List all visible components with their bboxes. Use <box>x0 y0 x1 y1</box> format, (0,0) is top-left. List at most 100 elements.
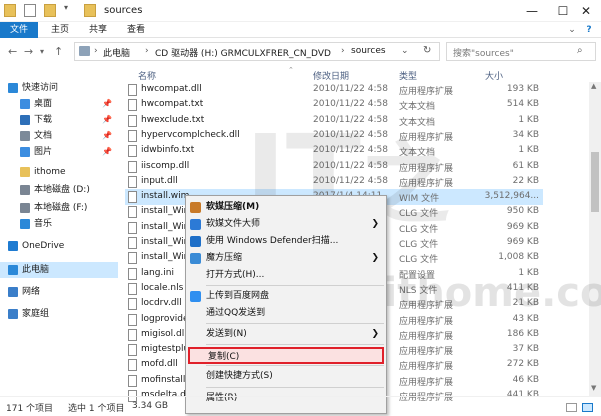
window-title: sources <box>104 5 143 16</box>
search-input[interactable]: 搜索"sources" ⌕ <box>446 42 596 61</box>
table-row[interactable]: hwexclude.txt 2010/11/22 4:58 文本文档 1 KB <box>125 113 543 129</box>
scroll-up-icon[interactable]: ▲ <box>591 82 596 90</box>
back-button[interactable]: ← <box>8 45 17 58</box>
menu-item-4[interactable]: 打开方式(H)... <box>186 267 386 284</box>
scroll-thumb[interactable] <box>591 152 599 212</box>
pin-icon[interactable]: 📌 <box>102 96 112 112</box>
menu-item-label: 软媒文件大师 <box>206 219 261 229</box>
breadcrumb-separator-icon: › <box>94 46 98 56</box>
menu-item-8[interactable]: 复制(C) <box>188 347 384 364</box>
table-row[interactable]: hwcompat.dll 2010/11/22 4:58 应用程序扩展 193 KB <box>125 82 543 98</box>
file-icon <box>128 191 137 204</box>
star-icon <box>8 83 18 93</box>
details-view-icon[interactable] <box>566 403 577 412</box>
table-row[interactable]: input.dll 2010/11/22 4:58 应用程序扩展 22 KB <box>125 174 543 190</box>
file-type: 应用程序扩展 <box>399 362 454 373</box>
quick-access-dropdown-icon[interactable]: ▾ <box>64 3 74 16</box>
file-icon <box>128 160 137 173</box>
pin-icon[interactable]: 📌 <box>102 112 112 128</box>
menu-item-label: 发送到(N) <box>206 329 247 339</box>
table-row[interactable]: hypervcomplcheck.dll 2010/11/22 4:58 应用程序扩… <box>125 128 543 144</box>
file-name: hwcompat.txt <box>141 99 204 110</box>
file-size: 1 KB <box>518 267 539 278</box>
large-icons-view-icon[interactable] <box>582 403 593 412</box>
file-icon <box>128 84 137 96</box>
selected-count: 选中 1 个项目 <box>68 404 125 414</box>
file-type: CLG 文件 <box>399 224 439 235</box>
nav-item-7[interactable]: 本地磁盘 (F:) <box>0 200 118 216</box>
nav-item-0[interactable]: 快速访问 <box>0 80 118 96</box>
address-bar[interactable]: › 此电脑 › CD 驱动器 (H:) GRMCULXFRER_CN_DVD ›… <box>74 42 440 61</box>
file-icon <box>128 313 137 326</box>
file-type: 应用程序扩展 <box>399 87 454 97</box>
nav-item-6[interactable]: 本地磁盘 (D:) <box>0 182 118 198</box>
pin-icon[interactable]: 📌 <box>102 144 112 160</box>
nav-item-5[interactable]: ithome <box>0 164 118 180</box>
table-row[interactable]: iiscomp.dll 2010/11/22 4:58 应用程序扩展 61 KB <box>125 159 543 175</box>
file-type: 应用程序扩展 <box>399 132 454 143</box>
menu-item-5[interactable]: 上传到百度网盘 <box>186 288 386 305</box>
menu-item-0[interactable]: 软媒压缩(M) <box>186 199 386 216</box>
menu-item-label: 魔方压缩 <box>206 253 243 263</box>
column-type[interactable]: 类型 <box>399 69 417 82</box>
recent-dropdown-icon[interactable]: ▾ <box>40 47 44 56</box>
tab-home[interactable]: 主页 <box>42 22 78 38</box>
nav-item-9[interactable]: OneDrive <box>0 238 118 254</box>
ribbon-expand-icon[interactable]: ⌄ <box>565 22 579 38</box>
file-name: locdrv.dll <box>141 298 182 309</box>
column-date[interactable]: 修改日期 <box>313 69 349 82</box>
file-icon <box>128 359 137 372</box>
menu-item-6[interactable]: 通过QQ发送到 <box>186 305 386 322</box>
forward-button[interactable]: → <box>24 45 33 58</box>
menu-item-9[interactable]: 创建快捷方式(S) <box>186 368 386 385</box>
up-button[interactable]: ↑ <box>54 45 63 58</box>
table-row[interactable]: hwcompat.txt 2010/11/22 4:58 文本文档 514 KB <box>125 97 543 113</box>
tab-share[interactable]: 共享 <box>80 22 116 38</box>
help-icon[interactable]: ? <box>582 22 596 38</box>
column-size[interactable]: 大小 <box>485 69 503 82</box>
scroll-down-icon[interactable]: ▼ <box>591 384 596 392</box>
search-icon[interactable]: ⌕ <box>577 45 583 56</box>
search-placeholder: 搜索"sources" <box>453 49 514 59</box>
vertical-scrollbar[interactable]: ▲ ▼ <box>589 82 601 396</box>
file-type: WIM 文件 <box>399 194 440 205</box>
desktop-icon <box>20 99 30 109</box>
menu-item-2[interactable]: 使用 Windows Defender扫描... <box>186 233 386 250</box>
menu-item-3[interactable]: 魔方压缩 ❯ <box>186 250 386 267</box>
menu-item-label: 使用 Windows Defender扫描... <box>206 236 339 246</box>
tab-view[interactable]: 查看 <box>118 22 154 38</box>
pin-icon[interactable]: 📌 <box>102 128 112 144</box>
column-name[interactable]: 名称 <box>138 69 156 82</box>
file-date: 2010/11/22 4:58 <box>313 145 388 156</box>
file-size: 950 KB <box>506 206 539 217</box>
table-row[interactable]: idwbinfo.txt 2010/11/22 4:58 文本文档 1 KB <box>125 143 543 159</box>
address-dropdown-icon[interactable]: ⌄ <box>401 46 409 56</box>
nav-item-1[interactable]: 桌面 📌 <box>0 96 118 112</box>
file-size: 1,008 KB <box>498 252 539 263</box>
menu-item-1[interactable]: 软媒文件大师 ❯ <box>186 216 386 233</box>
breadcrumb-this-pc[interactable]: 此电脑 <box>103 46 130 59</box>
nav-item-4[interactable]: 图片 📌 <box>0 144 118 160</box>
network-icon <box>8 287 18 297</box>
file-date: 2010/11/22 4:58 <box>313 84 388 94</box>
nav-item-2[interactable]: 下载 📌 <box>0 112 118 128</box>
tab-file[interactable]: 文件 <box>0 22 38 38</box>
item-count: 171 个项目 <box>6 404 54 414</box>
file-size: 21 KB <box>512 298 539 309</box>
new-folder-icon[interactable] <box>44 4 56 17</box>
nav-item-3[interactable]: 文档 📌 <box>0 128 118 144</box>
computer-icon <box>8 265 18 275</box>
nav-item-12[interactable]: 家庭组 <box>0 306 118 322</box>
menu-item-7[interactable]: 发送到(N) ❯ <box>186 326 386 343</box>
breadcrumb-cd-drive[interactable]: CD 驱动器 (H:) GRMCULXFRER_CN_DVD <box>155 46 331 59</box>
file-size: 193 KB <box>506 84 539 94</box>
close-button[interactable]: ✕ <box>571 0 601 22</box>
nav-item-8[interactable]: 音乐 <box>0 216 118 232</box>
file-size: 22 KB <box>512 175 539 186</box>
file-type: 文本文档 <box>399 117 436 128</box>
nav-item-10[interactable]: 此电脑 <box>0 262 118 278</box>
breadcrumb-sources[interactable]: sources <box>351 46 386 56</box>
refresh-icon[interactable]: ↻ <box>423 45 431 56</box>
nav-item-11[interactable]: 网络 <box>0 284 118 300</box>
properties-icon[interactable] <box>24 4 36 17</box>
